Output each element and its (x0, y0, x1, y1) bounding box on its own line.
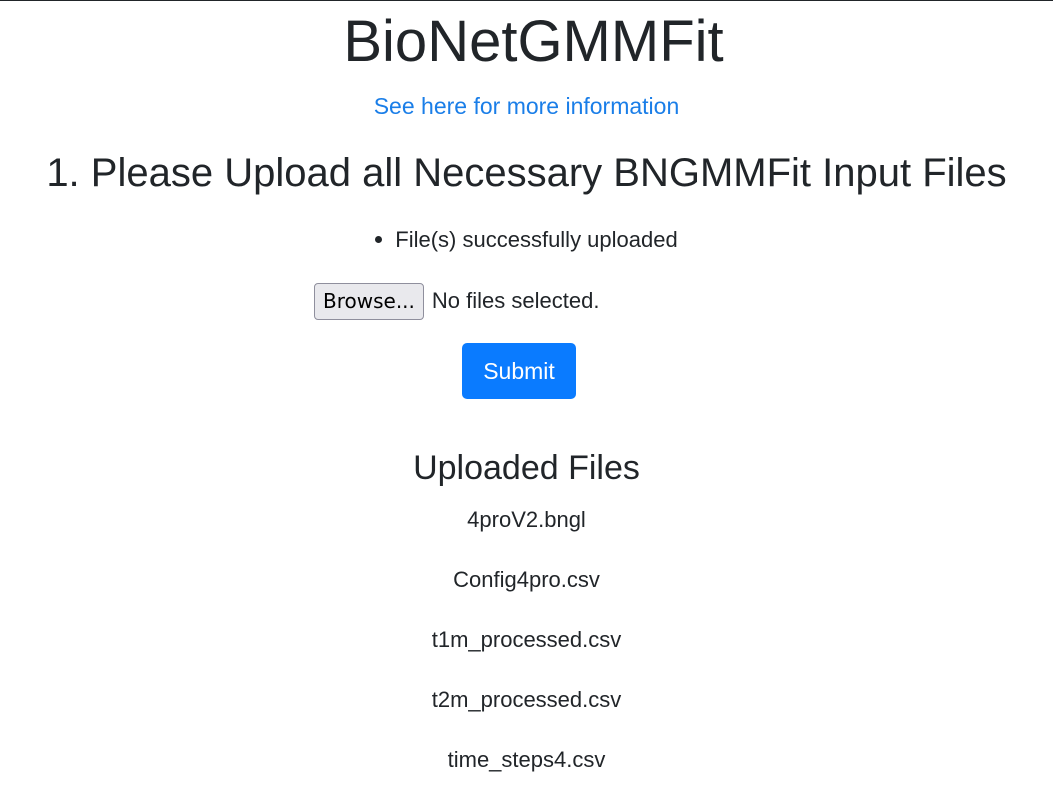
upload-section-heading: 1. Please Upload all Necessary BNGMMFit … (46, 151, 1007, 195)
uploaded-files-list: 4proV2.bngl Config4pro.csv t1m_processed… (0, 506, 1053, 791)
uploaded-file-item: 4proV2.bngl (467, 507, 586, 532)
app-title: BioNetGMMFit (343, 9, 724, 74)
uploaded-file-item: t2m_processed.csv (431, 687, 622, 712)
uploaded-file-item: time_steps4.csv (447, 747, 606, 772)
flash-message-text: File(s) successfully uploaded (395, 227, 678, 252)
flash-message: File(s) successfully uploaded (375, 225, 678, 255)
file-input[interactable]: Browse... No files selected. (314, 282, 599, 320)
uploaded-files-heading: Uploaded Files (413, 449, 640, 487)
file-selection-status: No files selected. (431, 288, 600, 313)
uploaded-file-item: t1m_processed.csv (431, 627, 622, 652)
bullet-icon (375, 235, 383, 243)
submit-button[interactable]: Submit (462, 343, 576, 399)
uploaded-file-item: Config4pro.csv (453, 567, 600, 592)
more-information-link[interactable]: See here for more information (0, 91, 1053, 121)
browse-button[interactable]: Browse... (314, 282, 424, 320)
flash-messages: File(s) successfully uploaded (0, 225, 1053, 255)
